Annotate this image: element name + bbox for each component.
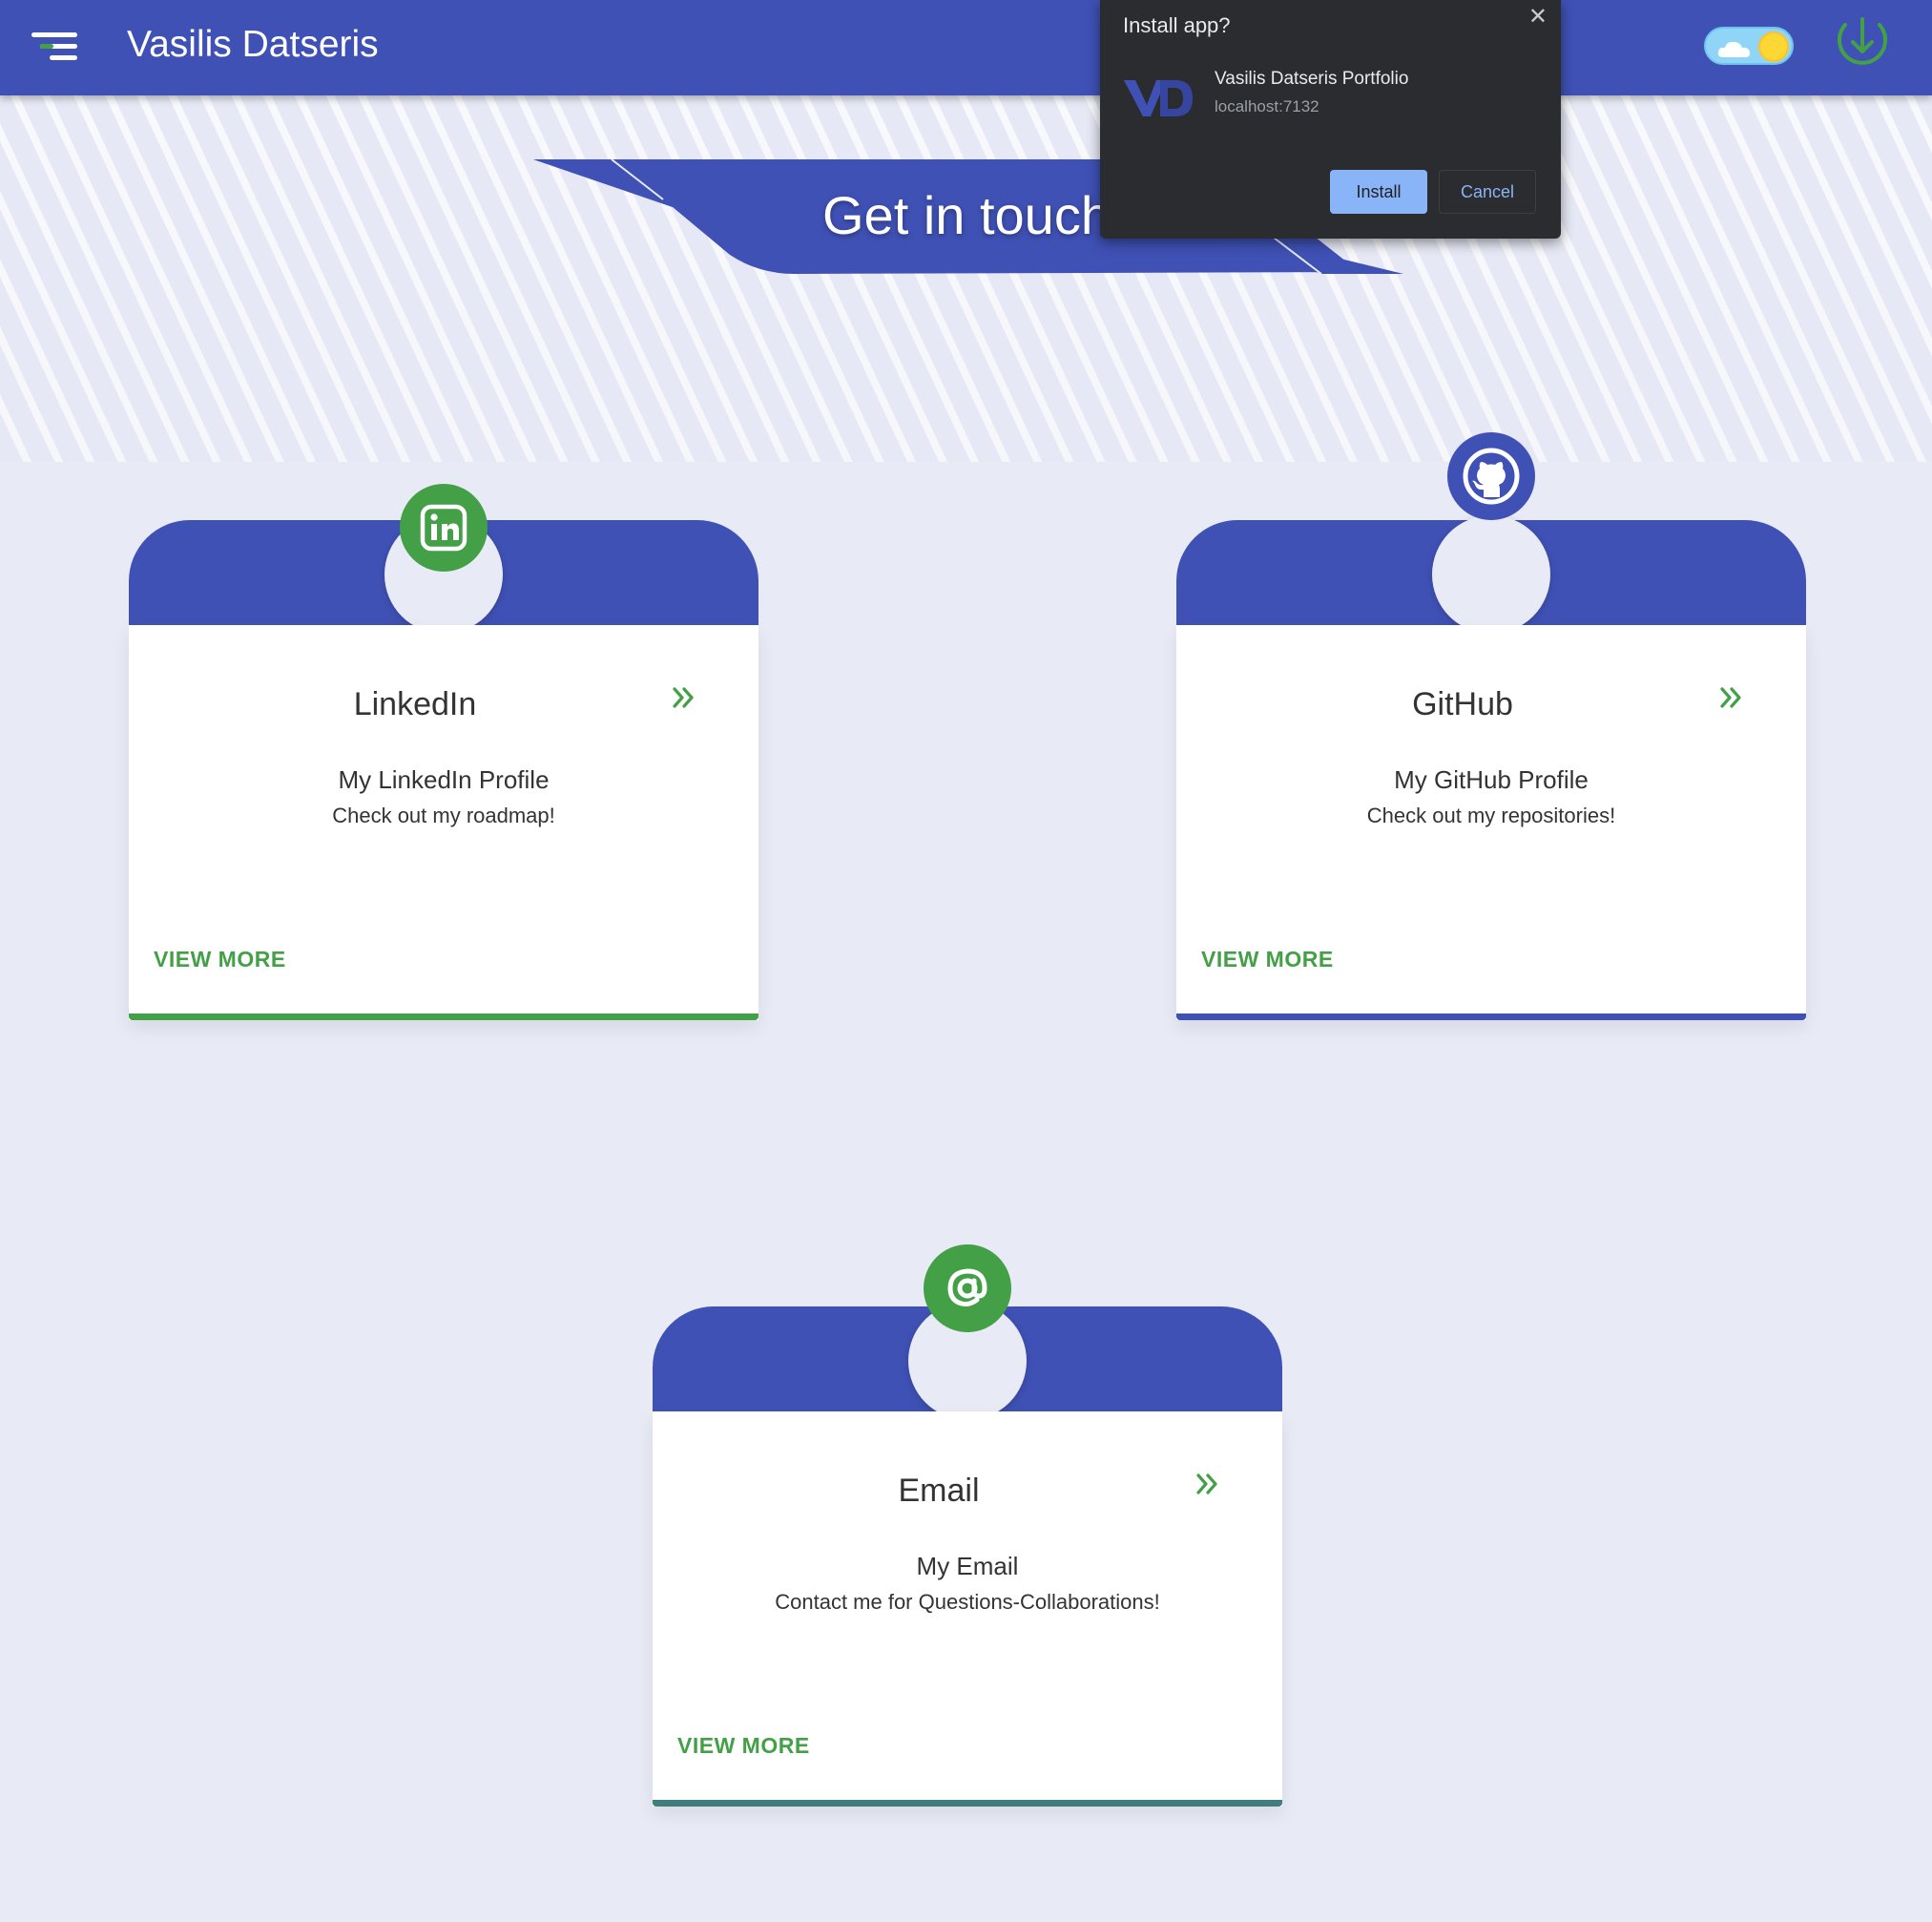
at-sign-icon[interactable] [924, 1244, 1011, 1332]
linkedin-icon[interactable] [400, 484, 488, 572]
card-accent-bar [653, 1800, 1282, 1807]
card-body: Email My Email Contact me for Questions-… [653, 1411, 1282, 1807]
card-body: LinkedIn My LinkedIn Profile Check out m… [129, 625, 758, 1020]
cloud-icon [1717, 41, 1751, 57]
card-text: Check out my repositories! [1366, 804, 1616, 827]
contact-card-github: GitHub My GitHub Profile Check out my re… [1176, 432, 1806, 1020]
card-title: Email [898, 1473, 980, 1509]
card-text: Check out my roadmap! [332, 804, 555, 827]
vd-logo-icon [1124, 80, 1193, 116]
double-chevron-right-icon[interactable] [1193, 1469, 1223, 1499]
contact-card-linkedin: LinkedIn My LinkedIn Profile Check out m… [129, 484, 758, 1020]
card-body: GitHub My GitHub Profile Check out my re… [1176, 625, 1806, 1020]
card-title: LinkedIn [353, 686, 477, 722]
download-icon[interactable] [1833, 11, 1892, 71]
page-title: Get in touch [822, 185, 1111, 245]
app-title: Vasilis Datseris [127, 24, 379, 65]
sun-icon [1758, 31, 1789, 62]
theme-toggle[interactable] [1704, 27, 1794, 65]
dialog-app-name: Vasilis Datseris Portfolio [1215, 69, 1409, 89]
app-bar: Vasilis Datseris [0, 0, 1932, 95]
hero-banner [0, 95, 1932, 462]
contact-card-email: Email My Email Contact me for Questions-… [653, 1244, 1282, 1807]
cancel-button[interactable]: Cancel [1439, 170, 1536, 214]
view-more-link[interactable]: VIEW MORE [1201, 947, 1334, 972]
card-subtitle: My GitHub Profile [1394, 765, 1589, 794]
close-icon[interactable]: ✕ [1528, 6, 1548, 29]
github-icon[interactable] [1447, 432, 1535, 520]
card-subtitle: My Email [916, 1552, 1019, 1580]
view-more-link[interactable]: VIEW MORE [677, 1733, 810, 1759]
card-accent-bar [129, 1013, 758, 1020]
install-button[interactable]: Install [1330, 170, 1427, 214]
menu-icon[interactable] [25, 21, 82, 74]
card-text: Contact me for Questions-Collaborations! [775, 1590, 1160, 1614]
view-more-link[interactable]: VIEW MORE [154, 947, 286, 972]
card-accent-bar [1176, 1013, 1806, 1020]
double-chevron-right-icon[interactable] [1716, 682, 1747, 713]
dialog-title: Install app? [1123, 13, 1231, 37]
dialog-origin: localhost:7132 [1215, 97, 1319, 115]
card-title: GitHub [1412, 686, 1513, 722]
card-subtitle: My LinkedIn Profile [338, 765, 550, 794]
double-chevron-right-icon[interactable] [669, 682, 699, 713]
install-app-dialog: Install app? ✕ Vasilis Datseris Portfoli… [1100, 0, 1561, 239]
